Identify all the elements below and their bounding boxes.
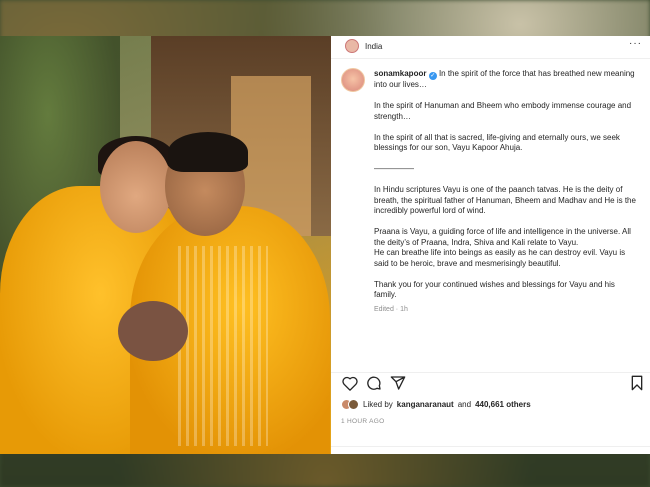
post-header: India — [331, 36, 650, 56]
caption-paragraph: sonamkapoor ✓ In the spirit of the force… — [374, 69, 636, 91]
instagram-post: India ··· sonamkapoor ✓ In the spirit of… — [0, 36, 650, 454]
more-options-icon[interactable]: ··· — [629, 38, 642, 49]
liker-avatar — [348, 399, 359, 410]
action-bar — [341, 374, 646, 396]
liker-avatars — [341, 399, 359, 410]
likes-prefix: Liked by — [363, 400, 393, 409]
caption-paragraph: In the spirit of all that is sacred, lif… — [374, 132, 620, 153]
edited-label: Edited · 1h — [374, 306, 408, 313]
photo-woman-face — [100, 141, 172, 233]
caption-block: sonamkapoor ✓ In the spirit of the force… — [341, 68, 646, 326]
photo-man-hair — [168, 132, 248, 172]
liker-username[interactable]: kanganaranaut — [397, 400, 454, 409]
caption-text: sonamkapoor ✓ In the spirit of the force… — [374, 69, 636, 326]
caption-line: Praana is Vayu, a guiding force of life … — [374, 227, 631, 247]
caption-line: He can breathe life into beings as easil… — [374, 248, 626, 268]
post-timestamp: 1 HOUR AGO — [341, 418, 385, 425]
likes-count[interactable]: 440,661 others — [475, 400, 531, 409]
caption-separator: ————— — [374, 164, 414, 173]
likes-row: Liked by kanganaranaut and 440,661 other… — [341, 399, 531, 410]
caption-paragraph: In the spirit of Hanuman and Bheem who e… — [374, 101, 632, 121]
caption-paragraph: Praana is Vayu, a guiding force of life … — [374, 227, 636, 269]
actions-divider — [331, 372, 650, 373]
verified-badge-icon: ✓ — [428, 72, 437, 80]
author-avatar[interactable] — [341, 68, 365, 92]
heart-icon[interactable] — [341, 374, 359, 392]
comment-icon[interactable] — [365, 374, 383, 392]
bottom-divider — [331, 446, 650, 447]
post-photo[interactable] — [0, 36, 331, 454]
caption-paragraph: Thank you for your continued wishes and … — [374, 279, 615, 300]
header-avatar[interactable] — [345, 39, 359, 53]
photo-baby — [118, 301, 188, 361]
bookmark-icon[interactable] — [628, 374, 646, 392]
likes-and: and — [457, 400, 472, 409]
share-icon[interactable] — [389, 374, 407, 392]
post-location[interactable]: India — [365, 42, 382, 51]
header-divider — [331, 58, 650, 59]
photo-embroidery — [178, 246, 268, 446]
caption-paragraph: In Hindu scriptures Vayu is one of the p… — [374, 185, 636, 215]
post-side-panel: India ··· sonamkapoor ✓ In the spirit of… — [331, 36, 650, 454]
author-username[interactable]: sonamkapoor — [374, 69, 426, 78]
